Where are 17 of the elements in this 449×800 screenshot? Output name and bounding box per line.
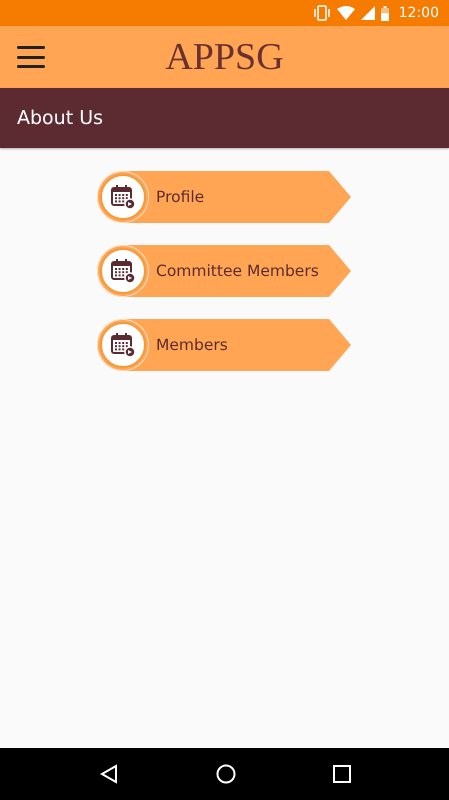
back-icon[interactable] xyxy=(98,764,118,784)
battery-icon xyxy=(380,6,389,20)
calendar-icon xyxy=(110,258,136,284)
status-time: 12:00 xyxy=(398,5,439,21)
app-title: APPSG xyxy=(165,35,284,79)
calendar-icon xyxy=(110,332,136,358)
signal-icon xyxy=(360,6,375,20)
vibrate-icon xyxy=(312,5,331,21)
home-icon[interactable] xyxy=(216,764,236,784)
recents-icon[interactable] xyxy=(332,765,350,783)
menu-item-button[interactable]: Members xyxy=(97,319,351,371)
section-title: About Us xyxy=(17,107,104,129)
menu-item-button[interactable]: Committee Members xyxy=(97,245,351,297)
calendar-icon xyxy=(110,184,136,210)
menu-item-button[interactable]: Profile xyxy=(97,171,351,223)
menu-button[interactable] xyxy=(17,46,45,68)
wifi-icon xyxy=(336,6,355,20)
